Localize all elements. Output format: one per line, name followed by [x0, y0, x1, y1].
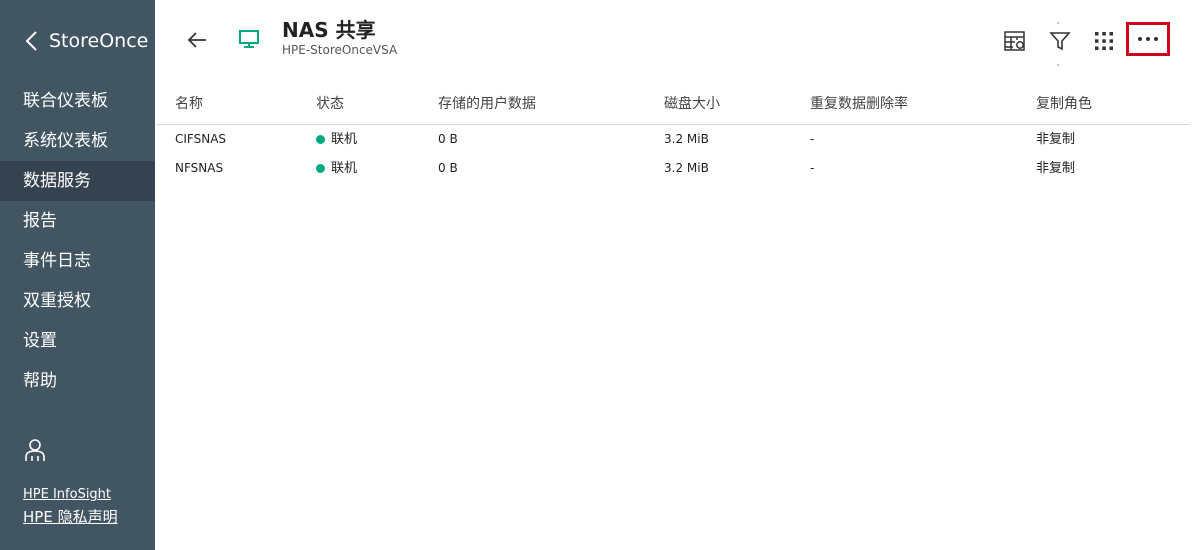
status-cell: 联机	[316, 125, 357, 154]
column-header-status[interactable]: 状态	[316, 88, 344, 120]
online-status-icon	[316, 135, 325, 144]
online-status-icon	[316, 164, 325, 173]
dedupe-ratio-value: -	[810, 132, 815, 146]
sidebar-nav: 联合仪表板 系统仪表板 数据服务 报告 事件日志 双重授权 设置 帮助	[0, 81, 155, 401]
disk-size-value: 3.2 MiB	[664, 161, 709, 175]
dedupe-ratio-value: -	[810, 161, 815, 175]
column-header-dedupe-ratio[interactable]: 重复数据删除率	[810, 88, 908, 120]
disk-size-value: 3.2 MiB	[664, 132, 709, 146]
privacy-statement-link[interactable]: HPE 隐私声明	[23, 505, 118, 529]
grid-button[interactable]	[1092, 29, 1116, 53]
column-header-replication-role[interactable]: 复制角色	[1036, 88, 1092, 120]
table-settings-button[interactable]	[1003, 29, 1027, 53]
column-header-disk-size[interactable]: 磁盘大小	[664, 88, 720, 120]
table-row[interactable]: NFSNAS 联机 0 B 3.2 MiB - 非复制	[156, 154, 1190, 183]
sidebar-item-settings[interactable]: 设置	[0, 321, 155, 361]
divider-dot	[1057, 64, 1059, 66]
user-data-value: 0 B	[438, 132, 458, 146]
status-text: 联机	[331, 132, 358, 147]
user-data-value: 0 B	[438, 161, 458, 175]
more-icon	[1138, 37, 1158, 41]
sidebar-item-reports[interactable]: 报告	[0, 201, 155, 241]
user-icon[interactable]	[24, 438, 46, 466]
sidebar-item-system-dashboard[interactable]: 系统仪表板	[0, 121, 155, 161]
replication-role-value: 非复制	[1036, 132, 1076, 147]
filter-icon	[1049, 32, 1071, 51]
sidebar-item-event-log[interactable]: 事件日志	[0, 241, 155, 281]
sidebar-item-dual-authorization[interactable]: 双重授权	[0, 281, 155, 321]
sidebar-item-data-services[interactable]: 数据服务	[0, 161, 155, 201]
replication-role-value: 非复制	[1036, 161, 1076, 176]
table-settings-icon	[1004, 31, 1025, 51]
page-title: NAS 共享	[282, 18, 376, 42]
page-header: NAS 共享 HPE-StoreOnceVSA	[155, 0, 1192, 80]
more-actions-button[interactable]	[1126, 22, 1170, 56]
grid-icon	[1095, 32, 1113, 50]
table-header: 名称 状态 存储的用户数据 磁盘大小 重复数据删除率 复制角色	[156, 88, 1190, 125]
infosight-link[interactable]: HPE InfoSight	[23, 485, 118, 505]
back-button[interactable]	[185, 28, 209, 52]
column-header-user-data[interactable]: 存储的用户数据	[438, 88, 536, 120]
brand-back-link[interactable]: StoreOnce	[24, 28, 148, 54]
sidebar-item-federated-dashboard[interactable]: 联合仪表板	[0, 81, 155, 121]
chevron-left-icon	[25, 31, 37, 51]
column-header-name[interactable]: 名称	[175, 88, 203, 120]
monitor-icon	[238, 28, 260, 54]
sidebar: StoreOnce 联合仪表板 系统仪表板 数据服务 报告 事件日志 双重授权 …	[0, 0, 155, 550]
page-subtitle: HPE-StoreOnceVSA	[282, 43, 398, 57]
status-text: 联机	[331, 161, 358, 176]
filter-button[interactable]	[1048, 29, 1072, 53]
nas-shares-table: 名称 状态 存储的用户数据 磁盘大小 重复数据删除率 复制角色 CIFSNAS …	[156, 88, 1190, 183]
status-cell: 联机	[316, 154, 357, 183]
table-row[interactable]: CIFSNAS 联机 0 B 3.2 MiB - 非复制	[156, 125, 1190, 154]
arrow-left-icon	[187, 32, 206, 48]
divider-dot	[1057, 22, 1059, 24]
sidebar-item-help[interactable]: 帮助	[0, 361, 155, 401]
footer-links: HPE InfoSight HPE 隐私声明	[23, 485, 118, 529]
share-name: CIFSNAS	[175, 132, 227, 146]
brand-name: StoreOnce	[49, 30, 149, 52]
share-name: NFSNAS	[175, 161, 224, 175]
